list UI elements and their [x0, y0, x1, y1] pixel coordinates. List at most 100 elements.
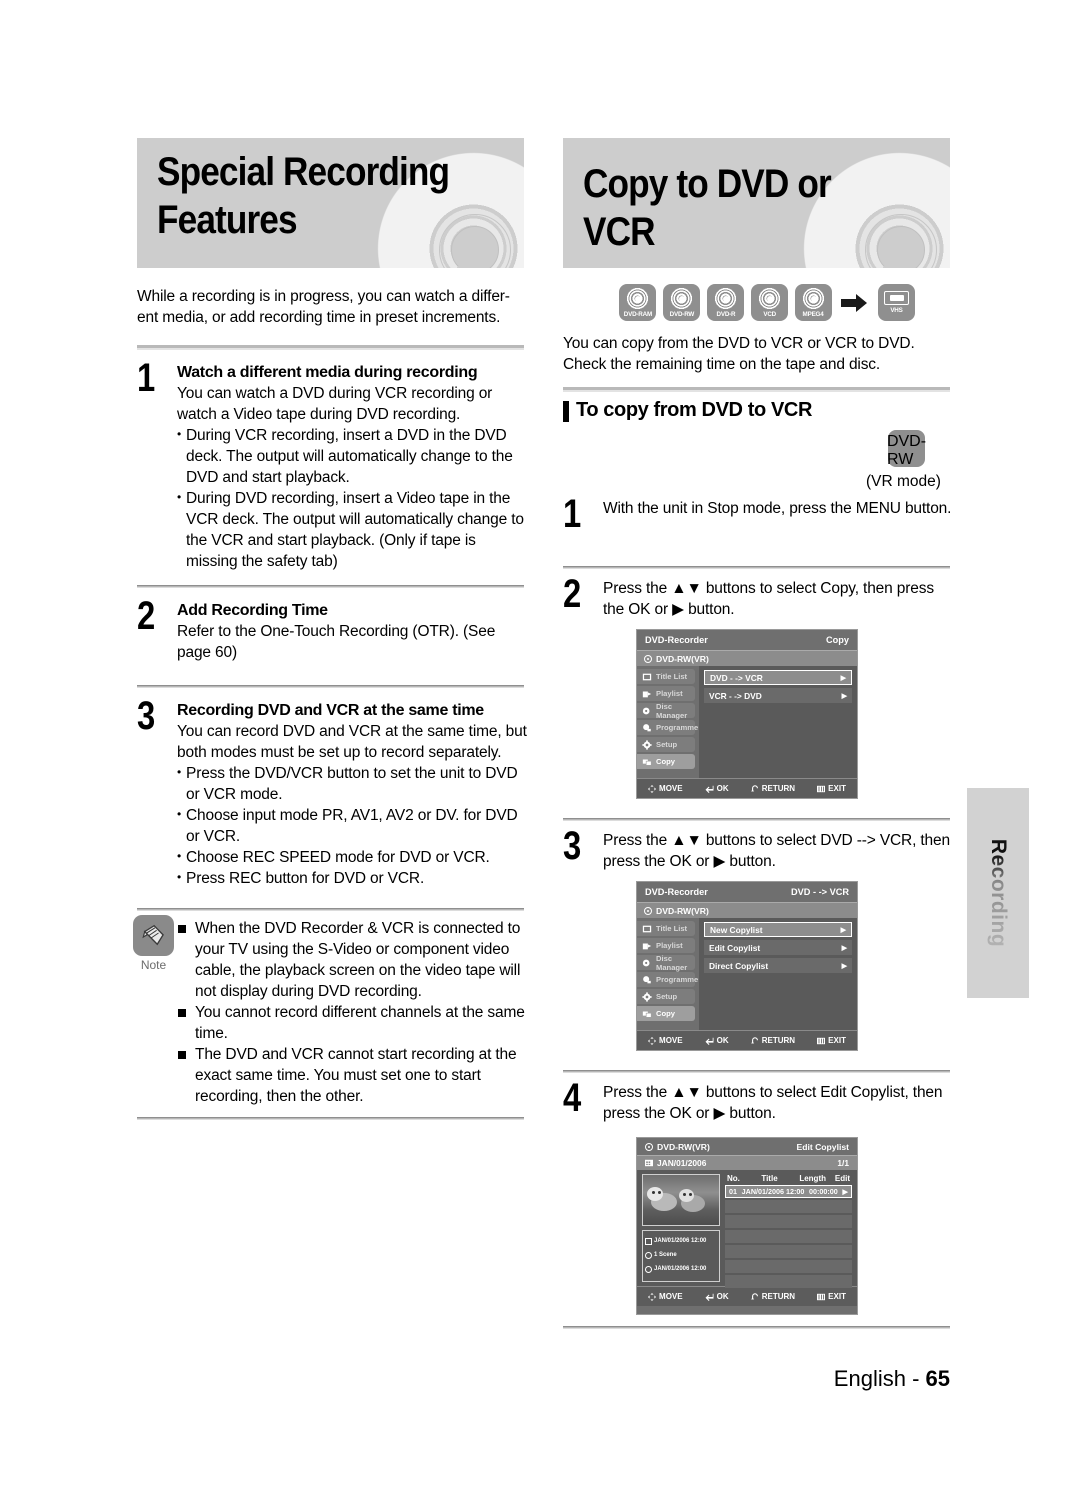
media-chip-dvd-ram: DVD-RAM	[619, 284, 656, 321]
osd-menu-item-setup[interactable]: Setup	[637, 989, 695, 1004]
disc-icon	[645, 1142, 653, 1151]
table-row-empty	[725, 1245, 852, 1258]
osd-footer-ok: OK	[705, 1036, 729, 1045]
side-section-tab: Recording	[967, 788, 1029, 998]
enter-icon	[705, 1037, 714, 1045]
osd-footer-label: EXIT	[828, 784, 846, 793]
gear-icon	[642, 991, 652, 1002]
list-item: During DVD recording, insert a Video tap…	[177, 487, 527, 572]
chevron-right-icon: ▶	[842, 1187, 848, 1196]
disc-icon	[758, 287, 781, 310]
osd-option-vcr-to-dvd[interactable]: VCR - -> DVD ▶	[704, 688, 852, 703]
osd-menu-label: Programme	[656, 975, 699, 984]
osd-menu-item-programme[interactable]: Programme	[637, 972, 699, 987]
osd-menu-label: Title List	[656, 672, 688, 681]
left-step-2: 2 Add Recording Time Refer to the One-To…	[137, 596, 527, 663]
right-step-4: 4 Press the ▲▼ buttons to select Edit Co…	[563, 1078, 955, 1124]
osd-footer-move: MOVE	[648, 1036, 683, 1045]
osd-footer-label: RETURN	[761, 784, 796, 793]
osd-menu-label: Copy	[656, 757, 675, 766]
column-header-length: Length	[799, 1174, 826, 1183]
osd-title: Edit Copylist	[796, 1141, 849, 1152]
osd-option-direct-copylist[interactable]: Direct Copylist ▶	[704, 958, 852, 973]
step-heading: Add Recording Time	[177, 602, 328, 619]
dpad-icon	[648, 1036, 657, 1045]
osd-menu-item-copy[interactable]: Copy	[637, 1006, 695, 1021]
chevron-right-icon: ▶	[840, 926, 846, 934]
table-row-empty	[725, 1260, 852, 1273]
step-number: 3	[137, 694, 156, 738]
clock-icon	[645, 1265, 652, 1273]
osd-menu-item-programme[interactable]: Programme	[637, 720, 698, 735]
osd-screen-copy-menu: DVD-Recorder Copy DVD-RW(VR) Title List …	[636, 629, 858, 799]
osd-footer-ok: OK	[705, 1292, 729, 1301]
osd-disc-label: DVD-RW(VR)	[657, 1141, 710, 1152]
pencil-icon	[142, 924, 164, 946]
osd-sidebar: Title List Playlist Disc Manager Program…	[637, 918, 699, 1030]
osd-footer-label: OK	[716, 1292, 729, 1301]
osd-option-new-copylist[interactable]: New Copylist ▶	[704, 922, 852, 937]
media-chip-dvd-r: DVD-R	[707, 284, 744, 321]
chip-label: DVD-RAM	[623, 311, 652, 318]
divider-thin	[137, 585, 524, 588]
osd-sidebar: Title List Playlist Disc Manager Program…	[637, 666, 699, 778]
table-row[interactable]: 01 JAN/01/2006 12:00 00:00:00 ▶	[725, 1185, 852, 1198]
osd-menu-item-disc-manager[interactable]: Disc Manager	[637, 702, 695, 720]
right-step-1: 1 With the unit in Stop mode, press the …	[563, 494, 955, 534]
note-list: When the DVD Recorder & VCR is connected…	[178, 918, 526, 1107]
note-label: Note	[140, 958, 167, 972]
osd-options-panel: New Copylist ▶ Edit Copylist ▶ Direct Co…	[699, 918, 857, 1030]
divider-thin	[563, 818, 950, 821]
left-step-3: 3 Recording DVD and VCR at the same time…	[137, 696, 527, 889]
osd-titlebar: DVD-RW(VR) Edit Copylist	[637, 1138, 857, 1155]
osd-options-panel: DVD - -> VCR ▶ VCR - -> DVD ▶	[699, 666, 857, 778]
osd-footer-exit: EXIT	[817, 784, 846, 793]
osd-option-label: VCR - -> DVD	[709, 690, 762, 701]
osd-option-dvd-to-vcr[interactable]: DVD - -> VCR ▶	[704, 670, 852, 685]
discmanager-icon	[642, 707, 650, 714]
osd-disc-row: DVD-RW(VR)	[637, 650, 857, 666]
dpad-icon	[648, 1292, 657, 1301]
osd-info-row: JAN/01/2006 12:00	[645, 1262, 717, 1276]
osd-option-edit-copylist[interactable]: Edit Copylist ▶	[704, 940, 852, 955]
step-number: 2	[137, 594, 156, 638]
footer-page-number: 65	[925, 1366, 950, 1391]
osd-footer: MOVE OK RETURN EXIT	[637, 778, 857, 798]
osd-menu-item-title-list[interactable]: Title List	[637, 669, 695, 684]
table-header-row: No. Title Length Edit	[725, 1174, 852, 1185]
divider-thin	[563, 1326, 950, 1329]
disc-icon	[644, 654, 652, 663]
cell-no: 01	[729, 1187, 737, 1196]
left-banner-title-line1: Special Recording	[157, 150, 450, 194]
osd-footer-label: MOVE	[659, 1292, 683, 1301]
osd-menu-item-title-list[interactable]: Title List	[637, 921, 695, 936]
osd-menu-item-disc-manager[interactable]: Disc Manager	[637, 954, 695, 972]
osd-menu-item-setup[interactable]: Setup	[637, 737, 695, 752]
step-body: With the unit in Stop mode, press the ME…	[603, 500, 952, 517]
programme-icon	[643, 723, 651, 731]
gear-icon	[642, 739, 652, 750]
note-icon-box	[133, 915, 174, 956]
exit-icon	[817, 1293, 826, 1300]
otter-eye	[683, 1193, 686, 1196]
osd-footer-label: OK	[716, 1036, 729, 1045]
disc-icon	[670, 287, 693, 310]
osd-menu-item-copy[interactable]: Copy	[637, 754, 695, 769]
osd-thumbnail-otters	[642, 1174, 720, 1226]
list-item: Press REC button for DVD or VCR.	[177, 867, 527, 889]
otter-eye	[689, 1193, 692, 1196]
osd-menu-item-playlist[interactable]: Playlist	[637, 686, 695, 701]
divider-thick	[137, 345, 524, 350]
media-chip-mpeg4: MPEG4	[795, 284, 832, 321]
osd-footer-label: MOVE	[659, 1036, 683, 1045]
step-heading: Watch a different media during recording	[177, 364, 478, 381]
chip-label: VHS	[890, 307, 903, 314]
osd-body: Title List Playlist Disc Manager Program…	[637, 918, 857, 1030]
otter-eye	[652, 1191, 655, 1194]
disc-icon	[626, 287, 649, 310]
chip-label: MPEG4	[803, 311, 824, 318]
osd-footer-label: OK	[716, 784, 729, 793]
osd-menu-item-playlist[interactable]: Playlist	[637, 938, 695, 953]
left-step-1: 1 Watch a different media during recordi…	[137, 358, 527, 572]
arrow-right-icon	[841, 293, 869, 313]
